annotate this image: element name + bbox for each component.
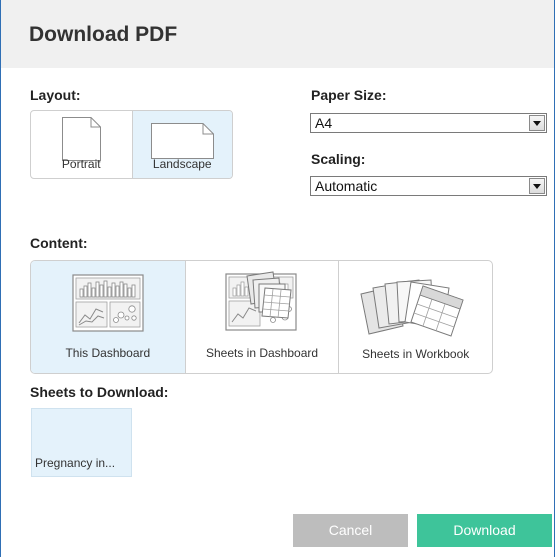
paper-size-label: Paper Size:	[311, 87, 387, 103]
layout-option-landscape[interactable]: Landscape	[131, 111, 232, 178]
dialog-header: Download PDF	[1, 0, 554, 68]
paper-size-value: A4	[315, 115, 333, 131]
content-option-label: This Dashboard	[65, 346, 151, 360]
layout-option-label: Landscape	[152, 157, 212, 171]
content-option-label: Sheets in Dashboard	[205, 346, 319, 360]
sheet-item[interactable]: Pregnancy in...	[31, 408, 132, 477]
layout-option-portrait[interactable]: Portrait	[31, 111, 132, 178]
layout-toggle-group: Portrait Landscape	[30, 110, 233, 179]
scaling-select[interactable]: Automatic	[310, 176, 547, 196]
content-option-sheets-in-workbook[interactable]: Sheets in Workbook	[338, 261, 492, 373]
landscape-page-icon	[150, 123, 214, 159]
download-pdf-dialog: Download PDF Layout: Portrait Landscape …	[0, 0, 555, 557]
cancel-button[interactable]: Cancel	[293, 514, 408, 547]
content-toggle-group: This Dashboard Sheets in Dashboard Sheet…	[30, 260, 493, 374]
content-option-sheets-in-dashboard[interactable]: Sheets in Dashboard	[184, 261, 339, 373]
content-option-label: Sheets in Workbook	[362, 347, 470, 361]
content-option-this-dashboard[interactable]: This Dashboard	[31, 261, 185, 373]
chevron-down-icon[interactable]	[529, 178, 545, 194]
paper-size-select[interactable]: A4	[310, 113, 547, 133]
layout-option-label: Portrait	[61, 157, 101, 171]
download-button[interactable]: Download	[417, 514, 552, 547]
sheet-item-label: Pregnancy in...	[35, 456, 116, 470]
layout-label: Layout:	[30, 87, 81, 103]
dashboard-icon	[72, 274, 144, 332]
scaling-value: Automatic	[315, 178, 378, 194]
sheets-in-workbook-icon	[360, 279, 464, 337]
chevron-down-icon[interactable]	[529, 115, 545, 131]
content-label: Content:	[30, 235, 88, 251]
sheets-in-dashboard-icon	[225, 271, 297, 331]
dialog-title: Download PDF	[29, 23, 178, 46]
portrait-page-icon	[62, 117, 101, 161]
sheets-to-download-label: Sheets to Download:	[30, 384, 169, 400]
scaling-label: Scaling:	[311, 151, 366, 167]
